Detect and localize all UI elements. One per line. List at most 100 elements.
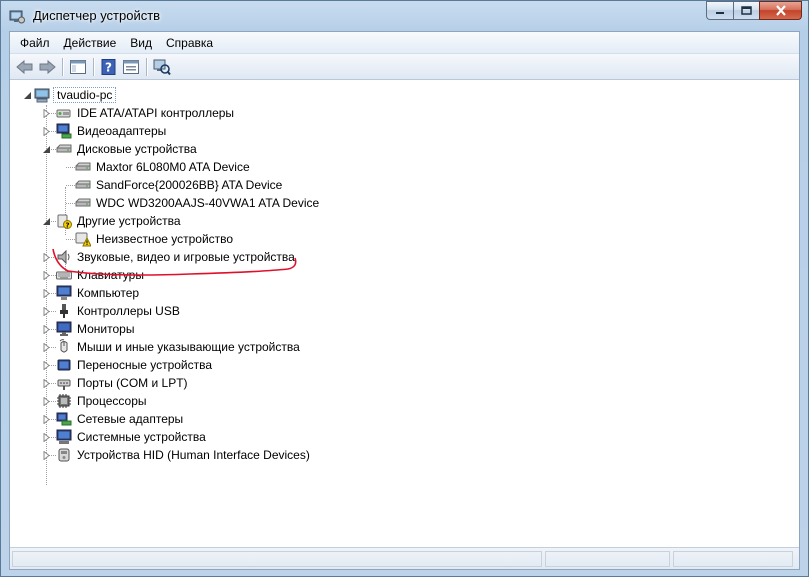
tree-category-13[interactable]: Сетевые адаптеры <box>56 410 185 428</box>
unknown-device-icon <box>75 231 91 247</box>
scan-hardware-button[interactable] <box>151 56 173 78</box>
category-expand-toggle[interactable] <box>42 253 51 262</box>
device-manager-icon <box>9 8 25 24</box>
menu-view[interactable]: Вид <box>123 34 159 52</box>
properties-icon <box>123 59 139 74</box>
forward-button[interactable] <box>36 56 58 78</box>
svg-text:?: ? <box>105 60 112 74</box>
collapsed-arrow-icon <box>43 397 50 406</box>
category-expand-toggle[interactable] <box>42 343 51 352</box>
tree-category-9[interactable]: Мыши и иные указывающие устройства <box>56 338 302 356</box>
tree-device-item[interactable]: Неизвестное устройство <box>75 230 235 248</box>
speaker-icon <box>56 249 72 265</box>
category-expand-toggle[interactable] <box>42 109 51 118</box>
tree-category-8[interactable]: Мониторы <box>56 320 136 338</box>
tree-category-1[interactable]: Видеоадаптеры <box>56 122 168 140</box>
portable-device-icon <box>56 357 72 373</box>
tree-category-14[interactable]: Системные устройства <box>56 428 208 446</box>
category-label: Клавиатуры <box>77 268 144 282</box>
toolbar-separator <box>93 57 94 76</box>
tree-guide-line <box>66 185 75 186</box>
menu-action[interactable]: Действие <box>57 34 124 52</box>
disk-drive-icon <box>75 177 91 193</box>
device-label: Maxtor 6L080M0 ATA Device <box>96 160 250 174</box>
disk-drive-icon <box>56 141 72 157</box>
client-area: Файл Действие Вид Справка ? tvaudio-pc I… <box>9 31 800 570</box>
category-expand-toggle[interactable] <box>42 397 51 406</box>
caption-buttons <box>706 1 802 20</box>
tree-device-item[interactable]: SandForce{200026BB} ATA Device <box>75 176 284 194</box>
category-expand-toggle[interactable] <box>42 415 51 424</box>
computer-icon <box>56 285 72 301</box>
category-label: Устройства HID (Human Interface Devices) <box>77 448 310 462</box>
monitor-icon <box>56 321 72 337</box>
tree-category-7[interactable]: Контроллеры USB <box>56 302 182 320</box>
collapsed-arrow-icon <box>43 307 50 316</box>
ide-controller-icon <box>56 105 72 121</box>
menu-bar: Файл Действие Вид Справка <box>10 32 799 54</box>
disk-drive-icon <box>75 195 91 211</box>
collapsed-arrow-icon <box>43 271 50 280</box>
category-label: Переносные устройства <box>77 358 213 372</box>
root-collapse-toggle[interactable] <box>23 91 32 100</box>
tree-guide-line <box>66 239 75 240</box>
tree-category-12[interactable]: Процессоры <box>56 392 149 410</box>
category-expand-toggle[interactable] <box>42 433 51 442</box>
tree-device-item[interactable]: Maxtor 6L080M0 ATA Device <box>75 158 252 176</box>
show-hide-console-tree-button[interactable] <box>67 56 89 78</box>
expanded-arrow-icon <box>43 218 50 225</box>
category-expand-toggle[interactable] <box>42 325 51 334</box>
category-label: Контроллеры USB <box>77 304 180 318</box>
device-label: Неизвестное устройство <box>96 232 234 246</box>
svg-text:?: ? <box>65 222 69 230</box>
help-button[interactable]: ? <box>98 56 120 78</box>
console-tree-icon <box>70 59 86 74</box>
tree-category-6[interactable]: Компьютер <box>56 284 141 302</box>
collapsed-arrow-icon <box>43 253 50 262</box>
close-button[interactable] <box>759 1 802 20</box>
port-icon <box>56 375 72 391</box>
maximize-button[interactable] <box>733 1 759 20</box>
category-expand-toggle[interactable] <box>42 451 51 460</box>
category-expand-toggle[interactable] <box>42 145 51 154</box>
toolbar: ? <box>10 54 799 80</box>
device-tree: tvaudio-pc IDE ATA/ATAPI контроллеры Виде… <box>10 81 799 547</box>
collapsed-arrow-icon <box>43 361 50 370</box>
maximize-icon <box>741 6 752 15</box>
window-title: Диспетчер устройств <box>33 8 161 23</box>
category-expand-toggle[interactable] <box>42 307 51 316</box>
toolbar-separator <box>62 57 63 76</box>
collapsed-arrow-icon <box>43 343 50 352</box>
collapsed-arrow-icon <box>43 109 50 118</box>
tree-category-5[interactable]: Клавиатуры <box>56 266 146 284</box>
menu-help[interactable]: Справка <box>159 34 220 52</box>
tree-category-15[interactable]: Устройства HID (Human Interface Devices) <box>56 446 312 464</box>
menu-file[interactable]: Файл <box>13 34 57 52</box>
tree-category-0[interactable]: IDE ATA/ATAPI контроллеры <box>56 104 236 122</box>
tree-category-10[interactable]: Переносные устройства <box>56 356 214 374</box>
tree-device-item[interactable]: WDC WD3200AAJS-40VWA1 ATA Device <box>75 194 321 212</box>
category-expand-toggle[interactable] <box>42 271 51 280</box>
title-bar[interactable]: Диспетчер устройств <box>1 1 808 31</box>
category-expand-toggle[interactable] <box>42 127 51 136</box>
collapsed-arrow-icon <box>43 289 50 298</box>
tree-category-4[interactable]: Звуковые, видео и игровые устройства <box>56 248 297 266</box>
forward-arrow-icon <box>39 59 56 74</box>
category-expand-toggle[interactable] <box>42 289 51 298</box>
category-expand-toggle[interactable] <box>42 361 51 370</box>
tree-root[interactable]: tvaudio-pc <box>34 86 117 104</box>
back-button[interactable] <box>14 56 36 78</box>
tree-category-2[interactable]: Дисковые устройства <box>56 140 199 158</box>
category-expand-toggle[interactable] <box>42 217 51 226</box>
minimize-button[interactable] <box>706 1 733 20</box>
tree-category-11[interactable]: Порты (COM и LPT) <box>56 374 190 392</box>
category-expand-toggle[interactable] <box>42 379 51 388</box>
toolbar-separator <box>146 57 147 76</box>
collapsed-arrow-icon <box>43 379 50 388</box>
hid-icon <box>56 447 72 463</box>
device-label: SandForce{200026BB} ATA Device <box>96 178 283 192</box>
properties-button[interactable] <box>120 56 142 78</box>
collapsed-arrow-icon <box>43 127 50 136</box>
tree-category-3[interactable]: ? Другие устройства <box>56 212 183 230</box>
minimize-icon <box>716 11 724 14</box>
